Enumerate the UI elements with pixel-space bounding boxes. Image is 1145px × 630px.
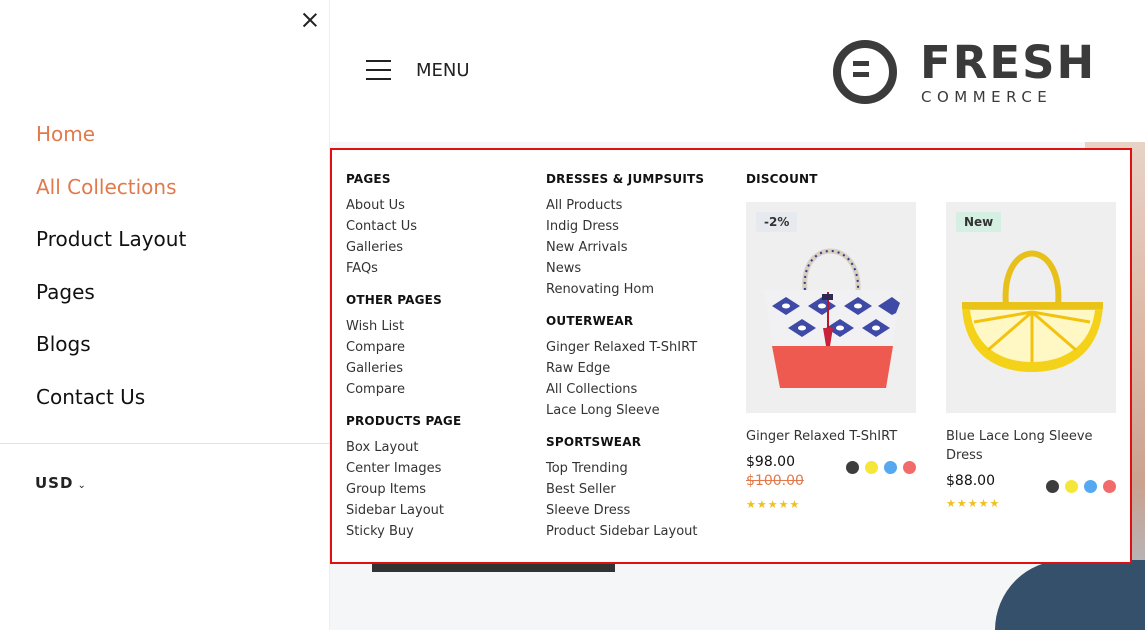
side-nav: Home All Collections Product Layout Page…: [36, 108, 186, 423]
rating-stars: ★★★★★: [746, 498, 801, 511]
swatch-blue[interactable]: [884, 461, 897, 474]
swatch-red[interactable]: [1103, 480, 1116, 493]
side-nav-contact-us[interactable]: Contact Us: [36, 371, 186, 424]
menu-link[interactable]: Contact Us: [346, 216, 461, 237]
chevron-down-icon: ⌄: [77, 480, 87, 491]
menu-link[interactable]: News: [546, 258, 704, 279]
menu-link[interactable]: About Us: [346, 195, 461, 216]
menu-link[interactable]: All Products: [546, 195, 704, 216]
color-swatches: [1040, 478, 1116, 497]
menu-link[interactable]: Sidebar Layout: [346, 500, 461, 521]
side-nav-blogs[interactable]: Blogs: [36, 318, 186, 371]
swatch-black[interactable]: [1046, 480, 1059, 493]
side-nav-pages[interactable]: Pages: [36, 266, 186, 319]
menu-group-title: PRODUCTS PAGE: [346, 414, 462, 428]
menu-group: SPORTSWEAR Top Trending Best Seller Slee…: [546, 435, 704, 542]
menu-link[interactable]: Group Items: [346, 479, 461, 500]
menu-link[interactable]: Top Trending: [546, 458, 704, 479]
logo-sub: COMMERCE: [921, 88, 1053, 106]
hero-model-shirt: [995, 560, 1145, 630]
menu-group-title: SPORTSWEAR: [546, 435, 642, 449]
menu-group: OTHER PAGES Wish List Compare Galleries …: [346, 293, 461, 400]
menu-group-title: DRESSES & JUMPSUITS: [546, 172, 705, 186]
sidebar-divider: [0, 443, 330, 444]
swatch-black[interactable]: [846, 461, 859, 474]
menu-group: PRODUCTS PAGE Box Layout Center Images G…: [346, 414, 461, 542]
swatch-red[interactable]: [903, 461, 916, 474]
menu-group-title: OUTERWEAR: [546, 314, 634, 328]
menu-link[interactable]: Compare: [346, 379, 461, 400]
side-nav-home[interactable]: Home: [36, 108, 186, 161]
side-nav-all-collections[interactable]: All Collections: [36, 161, 186, 214]
product-card[interactable]: -2% Ginger Relaxed T-ShIRT $98.00 $100.0…: [746, 202, 916, 511]
swatch-yellow[interactable]: [1065, 480, 1078, 493]
logo-word: FRESH: [920, 36, 1097, 89]
menu-link[interactable]: Galleries: [346, 358, 461, 379]
menu-link[interactable]: FAQs: [346, 258, 461, 279]
menu-group-title: OTHER PAGES: [346, 293, 442, 307]
menu-link[interactable]: Indig Dress: [546, 216, 704, 237]
menu-link[interactable]: Compare: [346, 337, 461, 358]
new-badge: New: [956, 212, 1002, 232]
product-name[interactable]: Blue Lace Long Sleeve Dress: [946, 427, 1116, 465]
menu-link[interactable]: Center Images: [346, 458, 461, 479]
menu-link[interactable]: Best Seller: [546, 479, 704, 500]
product-image[interactable]: -2%: [746, 202, 916, 413]
product-image[interactable]: New: [946, 202, 1116, 413]
beach-bag-image: [764, 248, 901, 388]
menu-link[interactable]: Lace Long Sleeve: [546, 400, 704, 421]
menu-column-discount: DISCOUNT: [746, 172, 818, 195]
product-name[interactable]: Ginger Relaxed T-ShIRT: [746, 427, 916, 446]
currency-selector[interactable]: USD ⌄: [35, 474, 87, 492]
mega-menu: PAGES About Us Contact Us Galleries FAQs…: [330, 148, 1132, 564]
menu-link[interactable]: Renovating Hom: [546, 279, 704, 300]
menu-link[interactable]: New Arrivals: [546, 237, 704, 258]
menu-group-title: DISCOUNT: [746, 172, 818, 186]
currency-label: USD: [35, 474, 74, 492]
menu-link[interactable]: Galleries: [346, 237, 461, 258]
logo[interactable]: FRESH COMMERCE: [833, 36, 1094, 108]
lemon-bag-image: [962, 250, 1103, 372]
close-icon[interactable]: [300, 10, 320, 30]
menu-group: PAGES About Us Contact Us Galleries FAQs: [346, 172, 461, 279]
menu-link[interactable]: Sticky Buy: [346, 521, 461, 542]
logo-mark-icon: [833, 40, 897, 104]
side-drawer: Home All Collections Product Layout Page…: [0, 0, 330, 630]
price-row: $88.00: [946, 473, 1116, 513]
menu-link[interactable]: Box Layout: [346, 437, 461, 458]
menu-link[interactable]: Raw Edge: [546, 358, 704, 379]
menu-column-pages: PAGES About Us Contact Us Galleries FAQs…: [346, 172, 461, 556]
menu-link[interactable]: Sleeve Dress: [546, 500, 704, 521]
menu-link[interactable]: Product Sidebar Layout: [546, 521, 704, 542]
menu-label[interactable]: MENU: [416, 60, 470, 81]
menu-link[interactable]: All Collections: [546, 379, 704, 400]
price-row: $98.00 $100.00: [746, 454, 916, 494]
color-swatches: [840, 459, 916, 478]
product-card[interactable]: New Blue Lace Long Sleeve Dress $88.00 ★…: [946, 202, 1116, 510]
swatch-blue[interactable]: [1084, 480, 1097, 493]
menu-link[interactable]: Wish List: [346, 316, 461, 337]
hamburger-icon[interactable]: [366, 60, 392, 80]
side-nav-product-layout[interactable]: Product Layout: [36, 213, 186, 266]
menu-link[interactable]: Ginger Relaxed T-ShIRT: [546, 337, 704, 358]
menu-group-title: PAGES: [346, 172, 391, 186]
menu-group: DRESSES & JUMPSUITS All Products Indig D…: [546, 172, 704, 300]
swatch-yellow[interactable]: [865, 461, 878, 474]
menu-column-dresses: DRESSES & JUMPSUITS All Products Indig D…: [546, 172, 704, 556]
menu-group: OUTERWEAR Ginger Relaxed T-ShIRT Raw Edg…: [546, 314, 704, 421]
